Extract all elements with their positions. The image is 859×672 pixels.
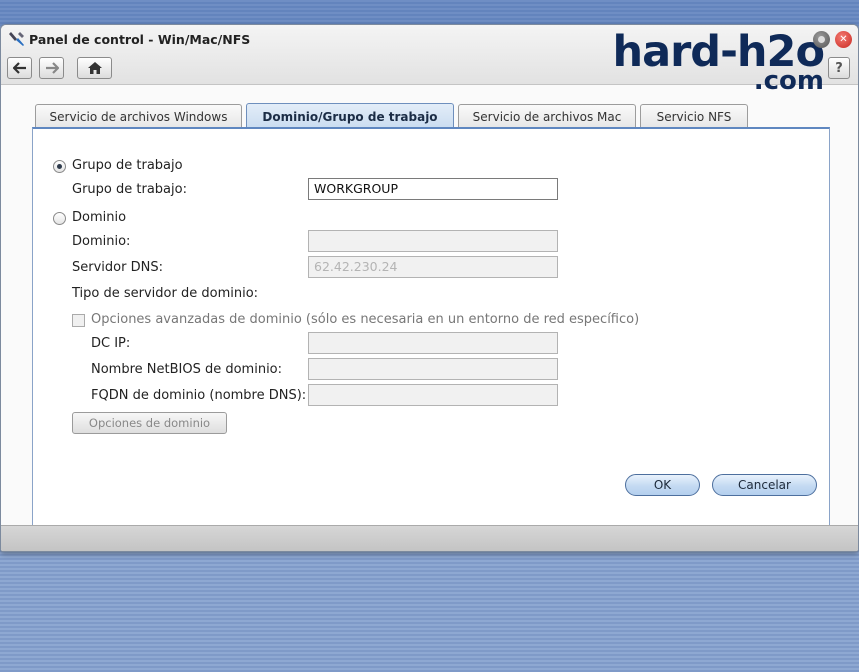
arrow-left-icon xyxy=(12,62,26,74)
workgroup-field-label: Grupo de trabajo: xyxy=(72,182,187,197)
netbios-domain-label: Nombre NetBIOS de dominio: xyxy=(91,362,283,377)
minimize-icon xyxy=(818,36,825,43)
cancel-button[interactable]: Cancelar xyxy=(712,474,817,496)
domain-workgroup-panel: Grupo de trabajo Grupo de trabajo: WORKG… xyxy=(32,127,830,529)
domain-options-button[interactable]: Opciones de dominio xyxy=(72,412,227,434)
back-button[interactable] xyxy=(7,57,32,79)
desktop-background-top xyxy=(0,0,859,26)
close-button[interactable]: ✕ xyxy=(835,31,852,48)
domain-radio[interactable] xyxy=(53,212,66,225)
home-icon xyxy=(87,62,102,74)
tab-mac-file-service[interactable]: Servicio de archivos Mac xyxy=(458,104,636,128)
hard-h2o-watermark: hard-h2o .com xyxy=(612,31,825,94)
dns-server-label: Servidor DNS: xyxy=(72,260,163,275)
domain-radio-label: Dominio xyxy=(72,210,127,225)
dc-ip-input[interactable] xyxy=(308,332,558,354)
tab-nfs-service[interactable]: Servicio NFS xyxy=(640,104,748,128)
advanced-domain-options-label: Opciones avanzadas de dominio (sólo es n… xyxy=(91,312,640,327)
domain-field-label: Dominio: xyxy=(72,234,131,249)
dns-server-input[interactable]: 62.42.230.24 xyxy=(308,256,558,278)
window-title: Panel de control - Win/Mac/NFS xyxy=(29,32,251,47)
close-icon: ✕ xyxy=(839,34,848,45)
dc-ip-label: DC IP: xyxy=(91,336,131,351)
fqdn-domain-label: FQDN de dominio (nombre DNS): xyxy=(91,388,307,403)
control-panel-window: Panel de control - Win/Mac/NFS hard-h2o … xyxy=(0,24,859,552)
forward-button[interactable] xyxy=(39,57,64,79)
help-button[interactable]: ? xyxy=(828,57,850,79)
minimize-button[interactable] xyxy=(813,31,830,48)
netbios-domain-input[interactable] xyxy=(308,358,558,380)
workgroup-radio-label: Grupo de trabajo xyxy=(72,158,183,173)
status-bar xyxy=(1,525,858,551)
domain-server-type-label: Tipo de servidor de dominio: xyxy=(72,286,259,301)
workgroup-radio[interactable] xyxy=(53,160,66,173)
ok-button[interactable]: OK xyxy=(625,474,700,496)
workgroup-input[interactable]: WORKGROUP xyxy=(308,178,558,200)
tab-domain-workgroup[interactable]: Dominio/Grupo de trabajo xyxy=(246,103,454,129)
advanced-domain-options-checkbox[interactable] xyxy=(72,314,85,327)
arrow-right-icon xyxy=(45,62,59,74)
domain-input[interactable] xyxy=(308,230,558,252)
home-button[interactable] xyxy=(77,57,112,79)
fqdn-domain-input[interactable] xyxy=(308,384,558,406)
title-bar[interactable]: Panel de control - Win/Mac/NFS hard-h2o … xyxy=(1,25,858,94)
tab-windows-file-service[interactable]: Servicio de archivos Windows xyxy=(35,104,242,128)
tools-icon xyxy=(9,32,24,46)
